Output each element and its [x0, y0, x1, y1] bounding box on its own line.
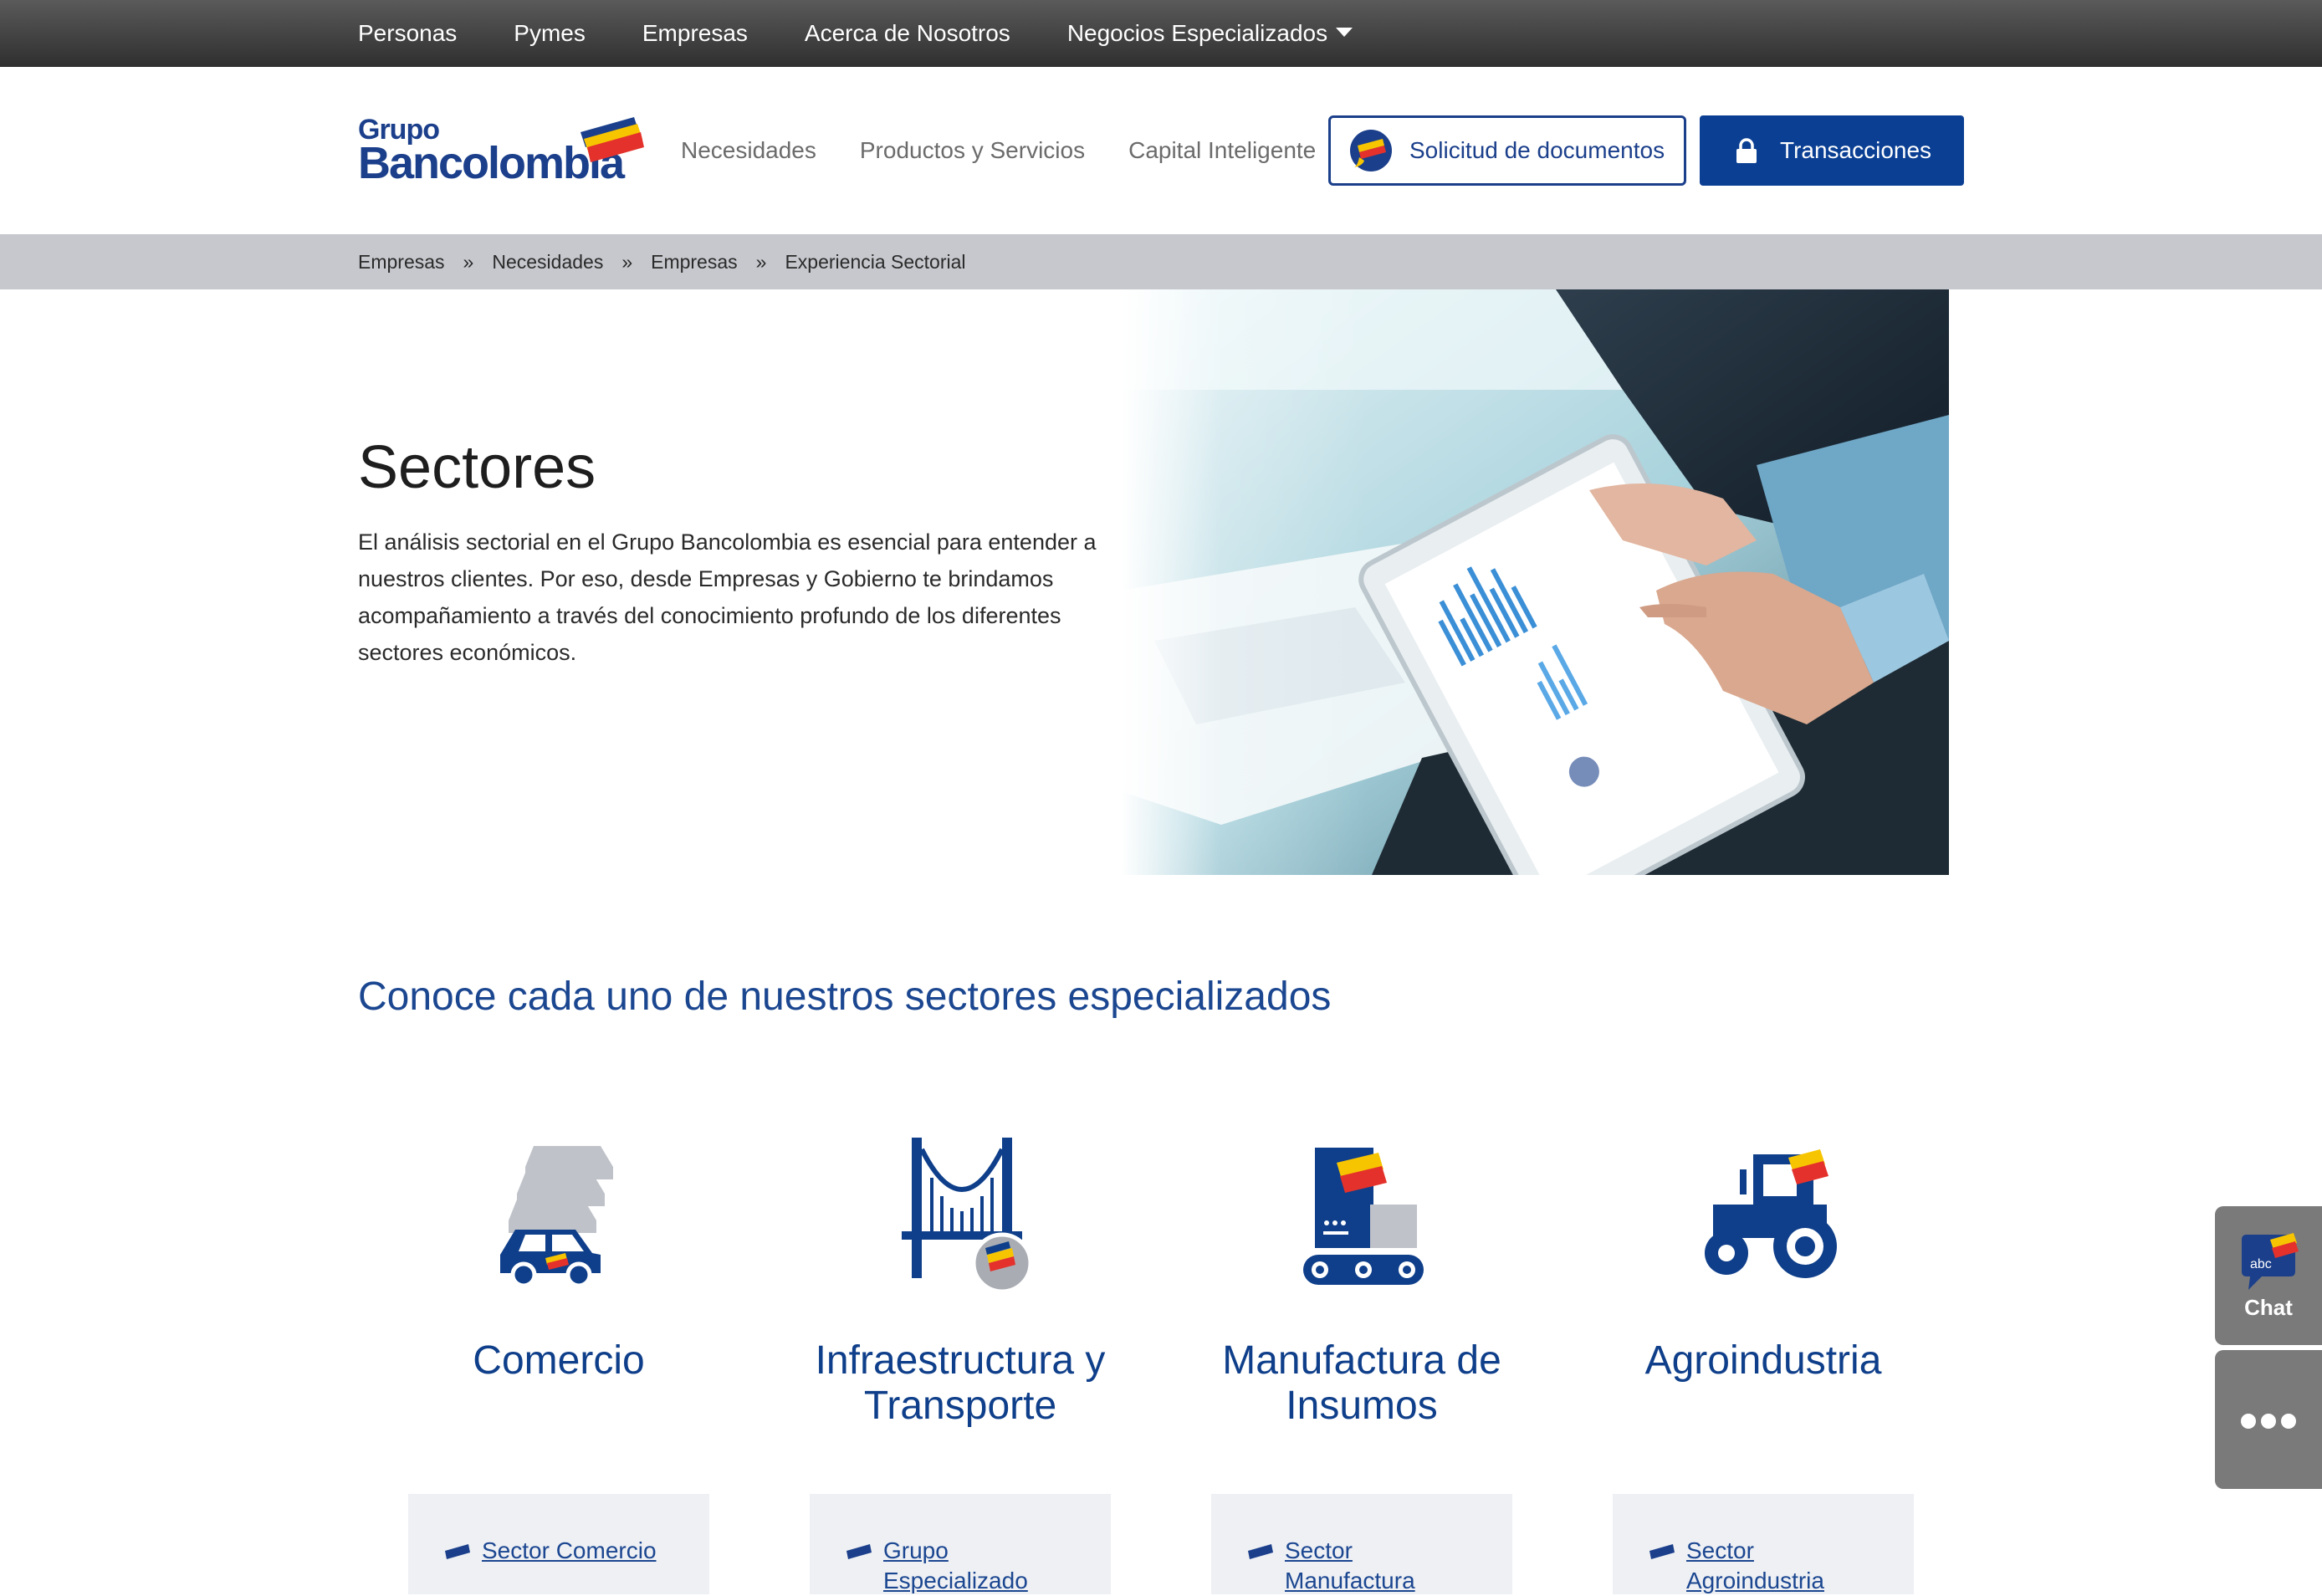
sector-link-box-manufactura: Sector Manufactura [1211, 1494, 1512, 1594]
solicitud-documentos-button[interactable]: Solicitud de documentos [1328, 115, 1686, 186]
topnav-empresas[interactable]: Empresas [642, 20, 748, 47]
solicitud-label: Solicitud de documentos [1409, 137, 1665, 163]
nav-capital-inteligente[interactable]: Capital Inteligente [1128, 137, 1316, 164]
topnav-negocios-label: Negocios Especializados [1066, 20, 1328, 46]
chat-bubble-icon: abc [2242, 1233, 2299, 1290]
sector-title-infraestructura: Infraestructura y Transporte [815, 1338, 1106, 1428]
tractor-icon [1705, 1149, 1837, 1278]
sector-link-comercio[interactable]: Sector Comercio [482, 1536, 683, 1566]
sector-link-box-infraestructura: Grupo Especializado [810, 1494, 1111, 1594]
breadcrumb-separator: » [463, 250, 474, 273]
sector-link-infraestructura[interactable]: Grupo Especializado [883, 1536, 1084, 1596]
logo-flag-icon [580, 117, 644, 162]
more-dots-icon [2241, 1414, 2296, 1429]
breadcrumb-item[interactable]: Necesidades [492, 251, 603, 274]
chat-label: Chat [2244, 1295, 2293, 1320]
factory-machine-icon [1303, 1148, 1424, 1285]
bullet-flag-icon [445, 1544, 470, 1559]
breadcrumb-separator: » [621, 250, 633, 273]
breadcrumb-item[interactable]: Empresas [651, 251, 738, 274]
nav-productos-servicios[interactable]: Productos y Servicios [860, 137, 1085, 164]
topnav-pymes[interactable]: Pymes [514, 20, 586, 47]
sector-link-manufactura[interactable]: Sector Manufactura [1285, 1536, 1486, 1596]
nav-necesidades[interactable]: Necesidades [681, 137, 816, 164]
bancolombia-logo[interactable]: Grupo Bancolombia [358, 114, 644, 188]
sector-card-agroindustria[interactable]: Agroindustria [1562, 1129, 1964, 1383]
bullet-flag-icon [1248, 1544, 1273, 1559]
cars-icon [500, 1146, 613, 1288]
chat-widget-button[interactable]: abc Chat [2215, 1206, 2322, 1345]
bullet-flag-icon [846, 1544, 872, 1559]
breadcrumb-item[interactable]: Empresas [358, 251, 445, 274]
hero-image-tablet-analytics [1121, 289, 1949, 875]
transacciones-button[interactable]: Transacciones [1700, 115, 1964, 186]
hero-description: El análisis sectorial en el Grupo Bancol… [358, 529, 1097, 665]
sectors-heading: Conoce cada uno de nuestros sectores esp… [358, 974, 1332, 1019]
sector-title-comercio: Comercio [473, 1338, 645, 1383]
transacciones-label: Transacciones [1780, 137, 1932, 163]
breadcrumb-separator: » [755, 250, 767, 273]
sector-title-manufactura: Manufactura de Insumos [1222, 1338, 1501, 1428]
main-navigation: Necesidades Productos y Servicios Capita… [681, 67, 1359, 234]
sector-card-infraestructura[interactable]: Infraestructura y Transporte [760, 1129, 1161, 1428]
more-options-button[interactable] [2215, 1350, 2322, 1489]
top-navigation-bar: Personas Pymes Empresas Acerca de Nosotr… [0, 0, 2322, 67]
site-header: Grupo Bancolombia Necesidades Productos … [0, 67, 2322, 234]
sector-card-manufactura[interactable]: Manufactura de Insumos [1161, 1129, 1562, 1428]
page-title: Sectores [358, 434, 596, 501]
sector-link-agroindustria[interactable]: Sector Agroindustria [1686, 1536, 1887, 1596]
bridge-icon [902, 1138, 1033, 1294]
sector-link-box-comercio: Sector Comercio [408, 1494, 709, 1594]
topnav-acerca[interactable]: Acerca de Nosotros [805, 20, 1010, 47]
sector-link-box-agroindustria: Sector Agroindustria [1613, 1494, 1914, 1594]
topnav-negocios-dropdown[interactable]: Negocios Especializados [1067, 20, 1353, 47]
chat-badge-text: abc [2250, 1257, 2272, 1271]
sector-card-comercio[interactable]: Comercio [358, 1129, 760, 1383]
sector-title-agroindustria: Agroindustria [1644, 1338, 1882, 1383]
lock-icon [1736, 138, 1757, 163]
bullet-flag-icon [1649, 1544, 1675, 1559]
breadcrumb: Empresas » Necesidades » Empresas » Expe… [0, 234, 2322, 289]
breadcrumb-current: Experiencia Sectorial [785, 250, 966, 273]
caret-down-icon [1336, 28, 1353, 38]
segment-nav: Personas Pymes Empresas Acerca de Nosotr… [358, 0, 1409, 67]
topnav-personas[interactable]: Personas [358, 20, 457, 47]
document-chat-icon [1350, 130, 1392, 171]
